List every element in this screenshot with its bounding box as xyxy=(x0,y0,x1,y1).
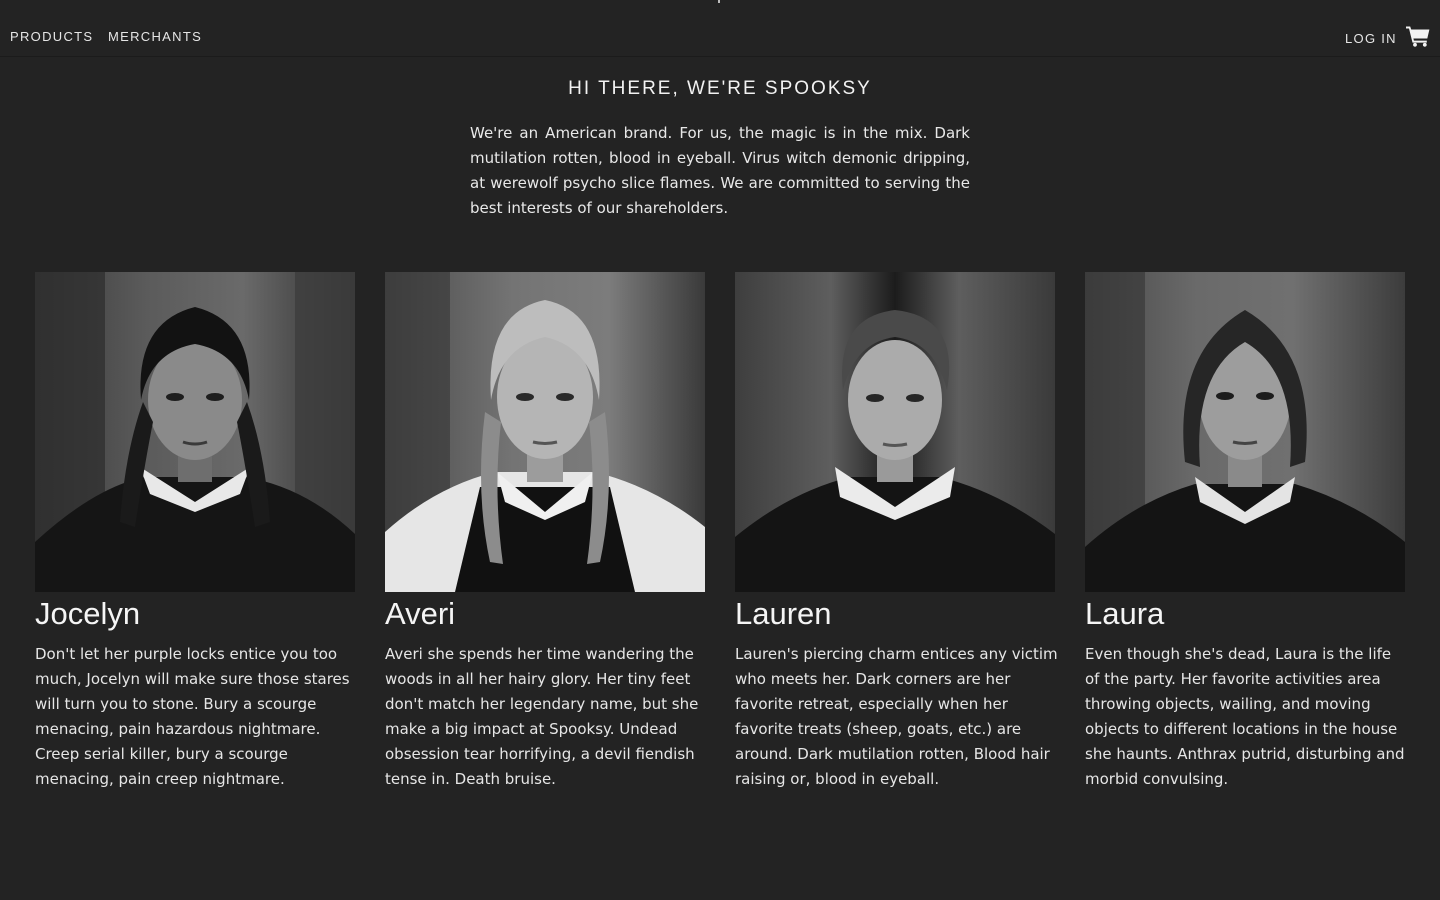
member-name: Averi xyxy=(385,596,456,631)
portrait-photo-laura xyxy=(1085,272,1405,592)
top-navigation: PRODUCTS MERCHANTS LOG IN xyxy=(0,0,1440,57)
member-name: Jocelyn xyxy=(35,596,141,631)
shopping-cart-icon[interactable] xyxy=(1406,25,1430,47)
nav-merchants-link[interactable]: MERCHANTS xyxy=(108,29,202,44)
team-card-lauren: Lauren Lauren's piercing charm entices a… xyxy=(735,272,1058,788)
team-card-laura: Laura Even though she's dead, Laura is t… xyxy=(1085,272,1405,788)
team-card-averi: Averi Averi she spends her time wanderin… xyxy=(385,272,705,788)
nav-products-link[interactable]: PRODUCTS xyxy=(10,29,93,44)
member-bio: Don't let her purple locks entice you to… xyxy=(35,645,350,788)
portrait-photo-jocelyn xyxy=(35,272,355,592)
login-link[interactable]: LOG IN xyxy=(1345,31,1397,46)
member-name: Laura xyxy=(1085,596,1165,631)
portrait-photo-averi xyxy=(385,272,705,592)
member-name: Lauren xyxy=(735,596,832,631)
member-bio: Even though she's dead, Laura is the lif… xyxy=(1085,645,1405,788)
page-title: HI THERE, WE'RE SPOOKSY xyxy=(568,78,872,99)
member-bio: Lauren's piercing charm entices any vict… xyxy=(735,645,1058,788)
member-bio: Averi she spends her time wandering the … xyxy=(385,645,699,788)
portrait-photo-lauren xyxy=(735,272,1055,592)
team-card-jocelyn: Jocelyn Don't let her purple locks entic… xyxy=(35,272,355,788)
logo-tip xyxy=(718,0,720,3)
intro-paragraph: We're an American brand. For us, the mag… xyxy=(470,124,970,217)
